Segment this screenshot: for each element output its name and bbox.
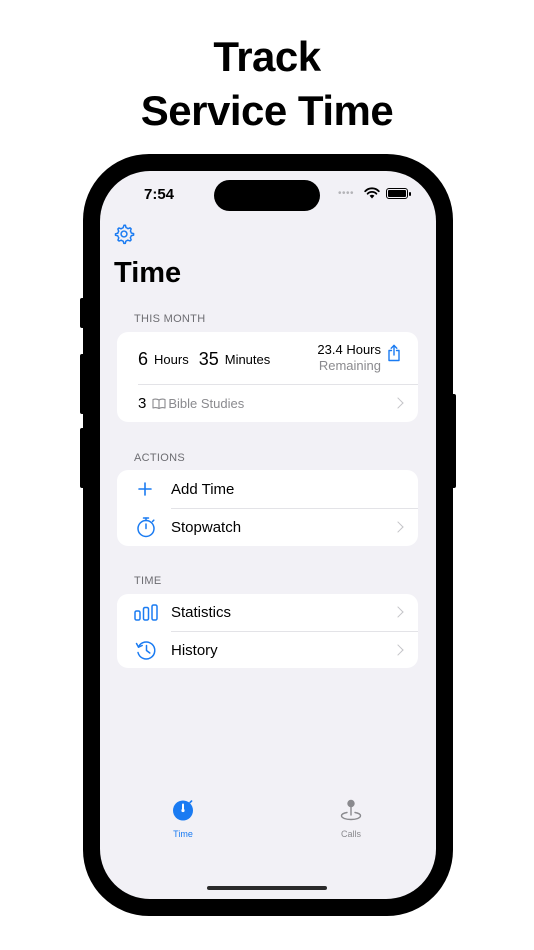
history-row[interactable]: History xyxy=(117,632,418,668)
chevron-right-icon xyxy=(392,606,404,618)
hours-unit: Hours xyxy=(154,351,189,367)
battery-icon xyxy=(386,187,411,199)
status-bar-indicators: •••• xyxy=(337,187,411,199)
section-label-this-month: THIS MONTH xyxy=(134,313,206,325)
share-icon[interactable] xyxy=(387,344,401,362)
history-icon xyxy=(135,641,156,660)
statistics-row[interactable]: Statistics xyxy=(117,594,418,631)
chevron-right-icon xyxy=(392,644,404,656)
timer-icon xyxy=(173,800,193,821)
section-label-time: TIME xyxy=(134,575,162,587)
minutes-value: 35 xyxy=(198,348,219,369)
hours-value: 6 xyxy=(138,348,149,369)
headline-line-1: Track xyxy=(213,33,321,80)
bible-studies-count: 3 xyxy=(138,395,147,412)
wifi-icon xyxy=(364,187,380,199)
headline-line-2: Service Time xyxy=(140,87,394,134)
map-pin-icon xyxy=(340,799,362,821)
stopwatch-label: Stopwatch xyxy=(171,519,242,536)
statistics-label: Statistics xyxy=(171,604,232,621)
section-label-actions: ACTIONS xyxy=(134,452,185,464)
add-time-label: Add Time xyxy=(171,480,235,498)
page-title: Time xyxy=(114,257,182,289)
bible-studies-label: Bible Studies xyxy=(168,396,245,411)
chevron-right-icon xyxy=(392,397,404,409)
add-time-button[interactable]: Add Time xyxy=(117,470,418,508)
status-bar-time: 7:54 xyxy=(144,186,175,203)
app-screen: 7:54 •••• Time THIS MONTH 6 Hours 35 Min… xyxy=(100,171,436,899)
actions-card: Add Time Stopwatch xyxy=(117,470,418,546)
remaining-block: 23.4 Hours Remaining xyxy=(317,342,381,373)
remaining-label: Remaining xyxy=(318,358,381,373)
bible-studies-row[interactable]: 3 Bible Studies xyxy=(117,385,418,422)
stopwatch-icon xyxy=(137,517,155,538)
bar-chart-icon xyxy=(134,604,158,621)
promo-headline: Track Service Time xyxy=(0,30,534,138)
home-indicator xyxy=(207,886,327,890)
dynamic-island xyxy=(214,180,320,211)
chevron-right-icon xyxy=(392,521,404,533)
tab-calls-label: Calls xyxy=(340,829,361,839)
stopwatch-row[interactable]: Stopwatch xyxy=(117,509,418,546)
minutes-unit: Minutes xyxy=(224,351,271,367)
history-label: History xyxy=(171,641,218,659)
book-icon xyxy=(152,398,166,409)
gear-icon[interactable] xyxy=(113,223,135,245)
signal-icon: •••• xyxy=(337,187,354,199)
time-card: Statistics History xyxy=(117,594,418,668)
remaining-value: 23.4 Hours xyxy=(317,342,381,357)
this-month-card: 6 Hours 35 Minutes 23.4 Hours Remaining … xyxy=(117,332,418,422)
tab-time[interactable]: Time xyxy=(143,799,223,839)
plus-icon xyxy=(138,482,152,496)
tab-calls[interactable]: Calls xyxy=(311,799,391,839)
tab-time-label: Time xyxy=(173,829,193,839)
